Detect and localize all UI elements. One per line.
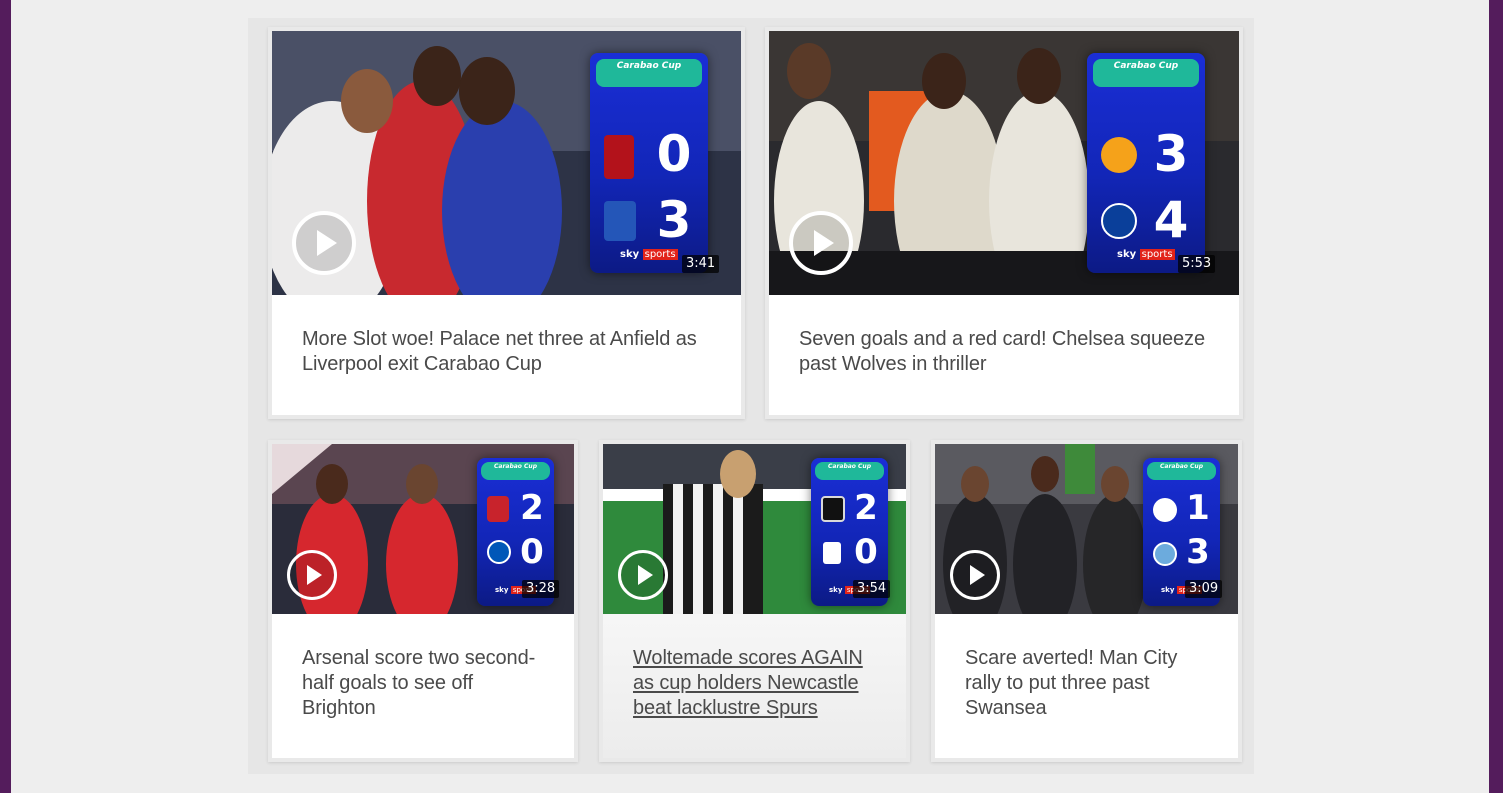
video-headline[interactable]: Scare averted! Man City rally to put thr… [965,646,1215,721]
newcastle-crest-icon [821,496,845,522]
video-duration: 3:54 [853,580,891,598]
crystal-palace-crest-icon [604,201,636,241]
cup-label: Carabao Cup [481,462,550,480]
away-score: 4 [1153,191,1189,249]
arsenal-crest-icon [487,496,509,522]
video-card[interactable]: Carabao Cup 1 3 sky sports 3:09 Scare av… [931,440,1242,762]
video-duration: 3:41 [682,255,720,273]
brighton-crest-icon [487,540,511,564]
sky-sports-logo: sky sports [620,249,678,261]
play-triangle-icon [316,230,337,256]
broadcaster-name: sky [1117,249,1137,260]
home-score: 2 [854,488,878,528]
video-headline[interactable]: More Slot woe! Palace net three at Anfie… [302,327,702,377]
play-icon[interactable] [789,211,853,275]
scoreboard-overlay: Carabao Cup 3 4 sky sports [1087,53,1205,273]
video-duration: 3:09 [1185,580,1223,598]
play-icon[interactable] [950,550,1000,600]
broadcaster-name: sky [620,249,640,260]
video-grid-panel: Carabao Cup 0 3 sky sports 3:41 More Slo… [248,18,1254,774]
play-triangle-icon [813,230,834,256]
right-frame-border [1489,0,1503,793]
left-frame-border [0,0,11,793]
broadcaster-name: sky [495,586,509,594]
home-score: 0 [656,125,692,183]
home-score: 3 [1153,125,1189,183]
home-score: 1 [1186,488,1210,528]
away-score: 0 [854,532,878,572]
video-headline[interactable]: Seven goals and a red card! Chelsea sque… [799,327,1219,377]
wolves-crest-icon [1101,137,1137,173]
video-headline[interactable]: Arsenal score two second-half goals to s… [302,646,552,721]
away-score: 0 [520,532,544,572]
away-score: 3 [656,191,692,249]
man-city-crest-icon [1153,542,1177,566]
play-icon[interactable] [618,550,668,600]
video-card[interactable]: Carabao Cup 3 4 sky sports 5:53 Seven go… [765,27,1243,419]
video-card[interactable]: Carabao Cup 2 0 sky sports 3:28 Arsenal … [268,440,578,762]
play-triangle-icon [637,565,653,585]
video-card[interactable]: Carabao Cup 2 0 sky sports 3:54 Woltemad… [599,440,910,762]
cup-label: Carabao Cup [1093,59,1199,87]
video-card[interactable]: Carabao Cup 0 3 sky sports 3:41 More Slo… [268,27,745,419]
chelsea-crest-icon [1101,203,1137,239]
scoreboard-overlay: Carabao Cup 0 3 sky sports [590,53,708,273]
play-icon[interactable] [287,550,337,600]
play-icon[interactable] [292,211,356,275]
video-duration: 3:28 [522,580,560,598]
video-duration: 5:53 [1178,255,1216,273]
video-thumbnail[interactable]: Carabao Cup 1 3 sky sports 3:09 [935,444,1238,614]
play-triangle-icon [969,565,985,585]
broadcaster-name: sky [829,586,843,594]
tottenham-crest-icon [823,542,841,564]
swansea-crest-icon [1153,498,1177,522]
cup-label: Carabao Cup [1147,462,1216,480]
video-headline[interactable]: Woltemade scores AGAIN as cup holders Ne… [633,646,883,721]
video-thumbnail[interactable]: Carabao Cup 3 4 sky sports 5:53 [769,31,1239,295]
home-score: 2 [520,488,544,528]
video-thumbnail[interactable]: Carabao Cup 0 3 sky sports 3:41 [272,31,741,295]
video-thumbnail[interactable]: Carabao Cup 2 0 sky sports 3:54 [603,444,906,614]
broadcaster-name: sky [1161,586,1175,594]
cup-label: Carabao Cup [596,59,702,87]
broadcaster-sub: sports [642,249,678,260]
broadcaster-sub: sports [1139,249,1175,260]
liverpool-crest-icon [604,135,634,179]
play-triangle-icon [306,565,322,585]
away-score: 3 [1186,532,1210,572]
sky-sports-logo: sky sports [1117,249,1175,261]
video-thumbnail[interactable]: Carabao Cup 2 0 sky sports 3:28 [272,444,574,614]
cup-label: Carabao Cup [815,462,884,480]
